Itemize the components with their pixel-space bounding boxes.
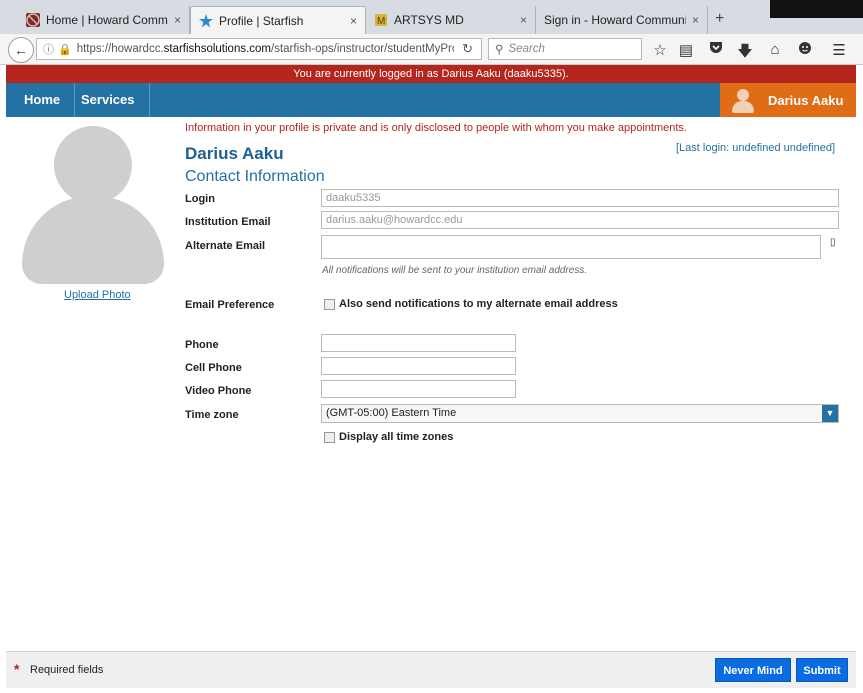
address-bar[interactable]: ⓘ 🔒 https://howardcc.starfishsolutions.c… bbox=[36, 38, 482, 60]
back-arrow-icon: ← bbox=[14, 42, 28, 58]
browser-tab-label: Profile | Starfish bbox=[219, 13, 304, 28]
required-asterisk-icon: * bbox=[14, 661, 20, 677]
never-mind-button[interactable]: Never Mind bbox=[715, 658, 791, 682]
app-nav-bar: Home Services Darius Aaku bbox=[6, 83, 856, 117]
nav-services-link[interactable]: Services bbox=[67, 83, 150, 117]
alternate-email-notify-checkbox[interactable] bbox=[324, 299, 335, 310]
form-footer: * Required fields Never Mind Submit bbox=[6, 651, 856, 688]
info-icon[interactable]: ⓘ bbox=[43, 41, 54, 57]
institution-email-field: darius.aaku@howardcc.edu bbox=[321, 211, 839, 229]
chevron-down-icon[interactable]: ▼ bbox=[822, 405, 838, 422]
blocked-favicon-icon bbox=[26, 13, 40, 27]
profile-name-heading: Darius Aaku bbox=[185, 144, 284, 163]
browser-tab-bar: Home | Howard Communi... × Profile | Sta… bbox=[0, 0, 863, 35]
nav-home-link[interactable]: Home bbox=[10, 83, 76, 117]
search-input[interactable]: ⚲ Search bbox=[488, 38, 642, 60]
login-field: daaku5335 bbox=[321, 189, 839, 207]
video-phone-field[interactable] bbox=[321, 380, 516, 398]
phone-label: Phone bbox=[185, 339, 219, 351]
timezone-select[interactable]: (GMT-05:00) Eastern Time ▼ bbox=[321, 404, 839, 423]
url-text: https://howardcc.starfishsolutions.com/s… bbox=[76, 43, 454, 55]
reload-icon[interactable]: ↻ bbox=[462, 41, 473, 57]
required-fields-text: Required fields bbox=[30, 664, 104, 676]
chat-icon[interactable] bbox=[796, 41, 814, 59]
svg-text:M: M bbox=[377, 16, 385, 27]
artsys-favicon-icon: M bbox=[374, 13, 388, 27]
search-icon: ⚲ bbox=[495, 44, 504, 56]
phone-field[interactable] bbox=[321, 334, 516, 352]
starfish-favicon-icon bbox=[199, 13, 213, 28]
submit-button[interactable]: Submit bbox=[796, 658, 848, 682]
contact-information-heading: Contact Information bbox=[185, 168, 325, 185]
close-tab-icon[interactable]: × bbox=[350, 14, 357, 28]
new-tab-button[interactable]: + bbox=[715, 10, 724, 28]
institution-email-label: Institution Email bbox=[185, 216, 271, 228]
timezone-selected-value: (GMT-05:00) Eastern Time bbox=[326, 407, 457, 419]
upload-photo-link[interactable]: Upload Photo bbox=[64, 289, 131, 301]
close-tab-icon[interactable]: × bbox=[174, 13, 181, 27]
display-all-timezones-label: Display all time zones bbox=[339, 431, 454, 443]
home-icon[interactable]: ⌂ bbox=[766, 41, 784, 58]
browser-nav-bar: ← ⓘ 🔒 https://howardcc.starfishsolutions… bbox=[0, 34, 863, 65]
last-login-text: [Last login: undefined undefined] bbox=[676, 142, 836, 154]
window-controls-area bbox=[770, 0, 863, 18]
browser-tab-home[interactable]: Home | Howard Communi... × bbox=[18, 6, 190, 34]
logged-in-banner: You are currently logged in as Darius Aa… bbox=[6, 65, 856, 83]
reading-list-icon[interactable]: ▤ bbox=[677, 41, 695, 59]
browser-tab-artsys[interactable]: M ARTSYS MD × bbox=[366, 6, 536, 34]
display-all-timezones-checkbox[interactable] bbox=[324, 432, 335, 443]
bookmark-star-icon[interactable]: ☆ bbox=[651, 41, 669, 59]
lock-icon: 🔒 bbox=[58, 43, 72, 56]
user-menu[interactable]: Darius Aaku bbox=[720, 83, 856, 117]
alternate-email-label: Alternate Email bbox=[185, 240, 266, 252]
privacy-notice: Information in your profile is private a… bbox=[185, 122, 687, 134]
menu-icon[interactable]: ☰ bbox=[830, 41, 848, 59]
browser-tab-label: ARTSYS MD bbox=[394, 13, 464, 27]
mobile-phone-icon: ▯ bbox=[830, 237, 836, 248]
close-tab-icon[interactable]: × bbox=[520, 13, 527, 27]
back-button[interactable]: ← bbox=[8, 37, 34, 63]
email-preference-label: Email Preference bbox=[185, 299, 275, 311]
user-avatar-icon bbox=[730, 87, 756, 113]
cell-phone-label: Cell Phone bbox=[185, 362, 242, 374]
alternate-email-notify-label: Also send notifications to my alternate … bbox=[339, 298, 618, 310]
login-label: Login bbox=[185, 193, 215, 205]
close-tab-icon[interactable]: × bbox=[692, 13, 699, 27]
cell-phone-field[interactable] bbox=[321, 357, 516, 375]
browser-tab-label: Sign in - Howard Community ... bbox=[544, 13, 686, 27]
browser-tab-label: Home | Howard Communi... bbox=[46, 13, 168, 27]
user-menu-name: Darius Aaku bbox=[768, 92, 844, 108]
notification-note: All notifications will be sent to your i… bbox=[322, 265, 588, 276]
pocket-icon[interactable] bbox=[707, 41, 725, 58]
timezone-label: Time zone bbox=[185, 409, 239, 421]
video-phone-label: Video Phone bbox=[185, 385, 252, 397]
browser-tab-signin[interactable]: Sign in - Howard Community ... × bbox=[536, 6, 708, 34]
downloads-icon[interactable]: 🡇 bbox=[736, 41, 754, 66]
profile-photo-placeholder bbox=[22, 126, 164, 284]
alternate-email-field[interactable] bbox=[321, 235, 821, 259]
search-placeholder: Search bbox=[508, 43, 545, 55]
browser-tab-profile[interactable]: Profile | Starfish × bbox=[190, 6, 366, 34]
